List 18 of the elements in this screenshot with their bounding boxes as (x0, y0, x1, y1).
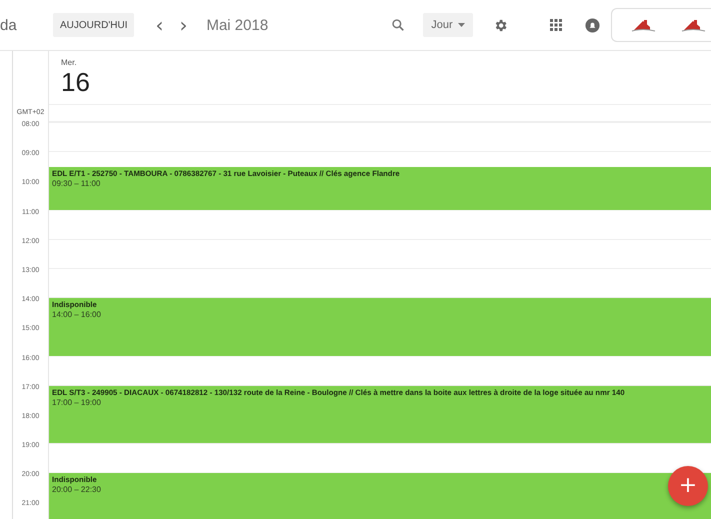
account-card[interactable] (611, 8, 711, 42)
event-time: 14:00 – 16:00 (52, 310, 102, 320)
today-button[interactable]: AUJOURD'HUI (53, 13, 134, 37)
house-logo-icon (630, 17, 656, 33)
app-title: da (0, 16, 18, 34)
event-time: 20:00 – 22:30 (52, 485, 102, 494)
caret-icon (458, 23, 465, 27)
house-logo-icon (680, 17, 706, 33)
notification-icon[interactable] (583, 16, 601, 34)
previous-button[interactable]: ‹ (148, 15, 170, 35)
apps-grid-icon[interactable] (547, 16, 565, 34)
period-title: Mai 2018 (206, 16, 268, 34)
next-button[interactable]: › (172, 15, 194, 35)
weekday-label: Mer. (61, 58, 78, 67)
event-time: 09:30 – 11:00 (52, 178, 102, 188)
view-select[interactable]: Jour (423, 13, 473, 37)
date-number[interactable]: 16 (61, 67, 711, 97)
event-time: 17:00 – 19:00 (52, 398, 102, 407)
